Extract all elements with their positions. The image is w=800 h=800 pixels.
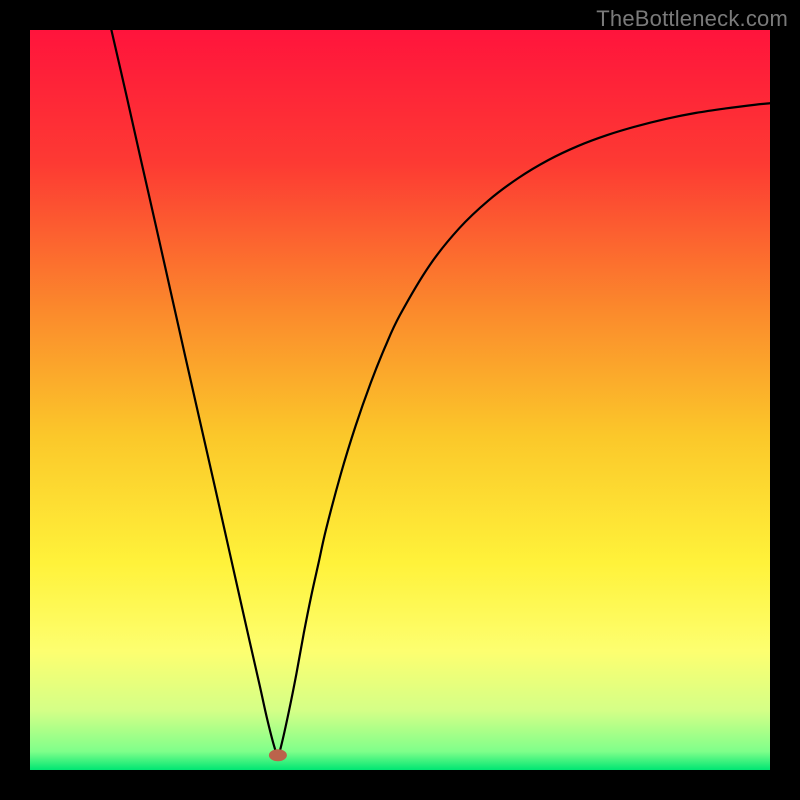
chart-svg	[30, 30, 770, 770]
gradient-background	[30, 30, 770, 770]
plot-area	[30, 30, 770, 770]
chart-frame: TheBottleneck.com	[0, 0, 800, 800]
watermark-text: TheBottleneck.com	[596, 6, 788, 32]
marker-dot	[269, 749, 287, 761]
